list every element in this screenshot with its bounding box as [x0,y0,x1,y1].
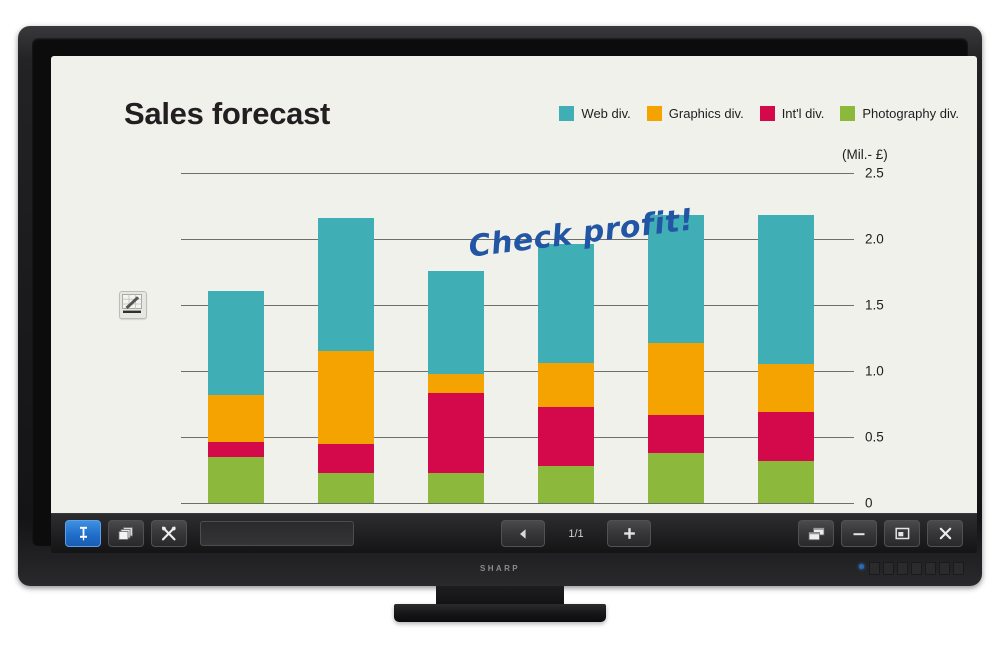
layers-button[interactable] [108,520,144,547]
pin-button[interactable] [65,520,101,547]
stacked-bar[interactable] [208,290,264,503]
bar-segment [538,363,594,407]
y-axis-tick-label: 2.5 [865,165,884,181]
legend-swatch-icon [840,106,856,121]
y-axis-tick-label: 0 [865,495,873,511]
bar-column: Apr. [181,173,291,530]
legend-swatch-icon [646,106,662,121]
monitor-stand-base [394,604,606,622]
add-page-button[interactable] [607,520,651,547]
bar-segment [538,406,594,467]
chart-legend: Web div. Graphics div. Int'l div. Photograp… [559,106,959,121]
bar-segment [758,460,814,503]
stacked-bar[interactable] [428,270,484,503]
whiteboard-canvas[interactable]: Sales forecast Web div. Graphics div. Int'… [51,56,977,530]
y-axis-tick-mark [841,371,854,372]
toolbar-right-group [798,520,963,547]
monitor-bezel: Sales forecast Web div. Graphics div. Int'… [32,38,977,553]
page-title: Sales forecast [124,96,331,131]
bar-segment [648,452,704,503]
bar-segment [208,290,264,395]
bar-segment [428,270,484,374]
previous-page-button[interactable] [501,520,545,547]
stacked-bar[interactable] [648,215,704,503]
sharp-display-monitor: Sales forecast Web div. Graphics div. Int'… [18,26,982,586]
stacked-bar[interactable] [758,215,814,503]
y-axis-tick-mark [841,239,854,240]
legend-label: Photography div. [862,106,959,121]
search-input[interactable] [201,522,353,545]
bezel-control-buttons[interactable] [869,562,964,575]
bezel-control-button[interactable] [911,562,922,575]
bezel-control-button[interactable] [939,562,950,575]
bar-segment [428,472,484,503]
bar-segment [648,343,704,415]
bar-segment [758,215,814,365]
bezel-control-button[interactable] [869,562,880,575]
bar-column: Jun. [401,173,511,530]
legend-swatch-icon [559,106,575,121]
bar-series-container: Apr.MayJun.Jul.Aug.Sept. [181,173,841,530]
y-axis-tick-mark [841,437,854,438]
cascade-windows-button[interactable] [798,520,834,547]
bar-segment [648,414,704,453]
bar-column: May [291,173,401,530]
legend-item: Photography div. [840,106,959,121]
bar-segment [318,217,374,352]
bar-segment [208,442,264,457]
legend-label: Web div. [581,106,631,121]
y-axis-tick-label: 0.5 [865,429,884,445]
toolbar-left-group [65,520,354,547]
bar-segment [538,244,594,364]
legend-label: Int'l div. [781,106,825,121]
bar-segment [318,443,374,473]
bar-segment [428,373,484,394]
y-axis-tick-mark [841,305,854,306]
y-axis-unit-label: (Mil.- £) [842,147,888,162]
bezel-control-button[interactable] [953,562,964,575]
bar-segment [538,466,594,503]
pen-annotation-icon[interactable] [119,291,147,319]
y-axis-tick-mark [841,173,854,174]
minimize-button[interactable] [841,520,877,547]
y-axis-tick-label: 1.5 [865,297,884,313]
stacked-bar[interactable] [318,217,374,503]
legend-item: Int'l div. [759,106,825,121]
bar-segment [318,472,374,503]
brand-logo: SHARP [479,564,521,573]
y-axis-tick-label: 2.0 [865,231,884,247]
bezel-control-button[interactable] [897,562,908,575]
legend-swatch-icon [759,106,775,121]
tools-button[interactable] [151,520,187,547]
bar-segment [428,393,484,473]
bezel-control-button[interactable] [883,562,894,575]
stacked-bar[interactable] [538,244,594,503]
bezel-control-button[interactable] [925,562,936,575]
toolbar-center-group: 1/1 [354,520,798,547]
restore-window-button[interactable] [884,520,920,547]
legend-label: Graphics div. [668,106,744,121]
bar-segment [758,411,814,461]
power-led-indicator [859,564,864,569]
bar-segment [318,351,374,444]
display-screen: Sales forecast Web div. Graphics div. Int'… [51,56,977,553]
y-axis-tick-mark [841,503,854,504]
legend-item: Graphics div. [646,106,744,121]
y-axis-tick-label: 1.0 [865,363,884,379]
chart-plot-area: 2.5 2.0 1.5 1.0 0.5 0 Apr.MayJun.Jul.Aug.Sept… [181,166,884,530]
bar-segment [208,456,264,503]
close-button[interactable] [927,520,963,547]
bar-segment [208,394,264,443]
bar-segment [758,364,814,412]
legend-item: Web div. [559,106,631,121]
bar-column: Sept. [731,173,841,530]
app-toolbar: 1/1 [51,513,977,553]
search-box[interactable] [200,521,354,546]
page-indicator: 1/1 [568,527,584,540]
gridline [181,503,841,504]
